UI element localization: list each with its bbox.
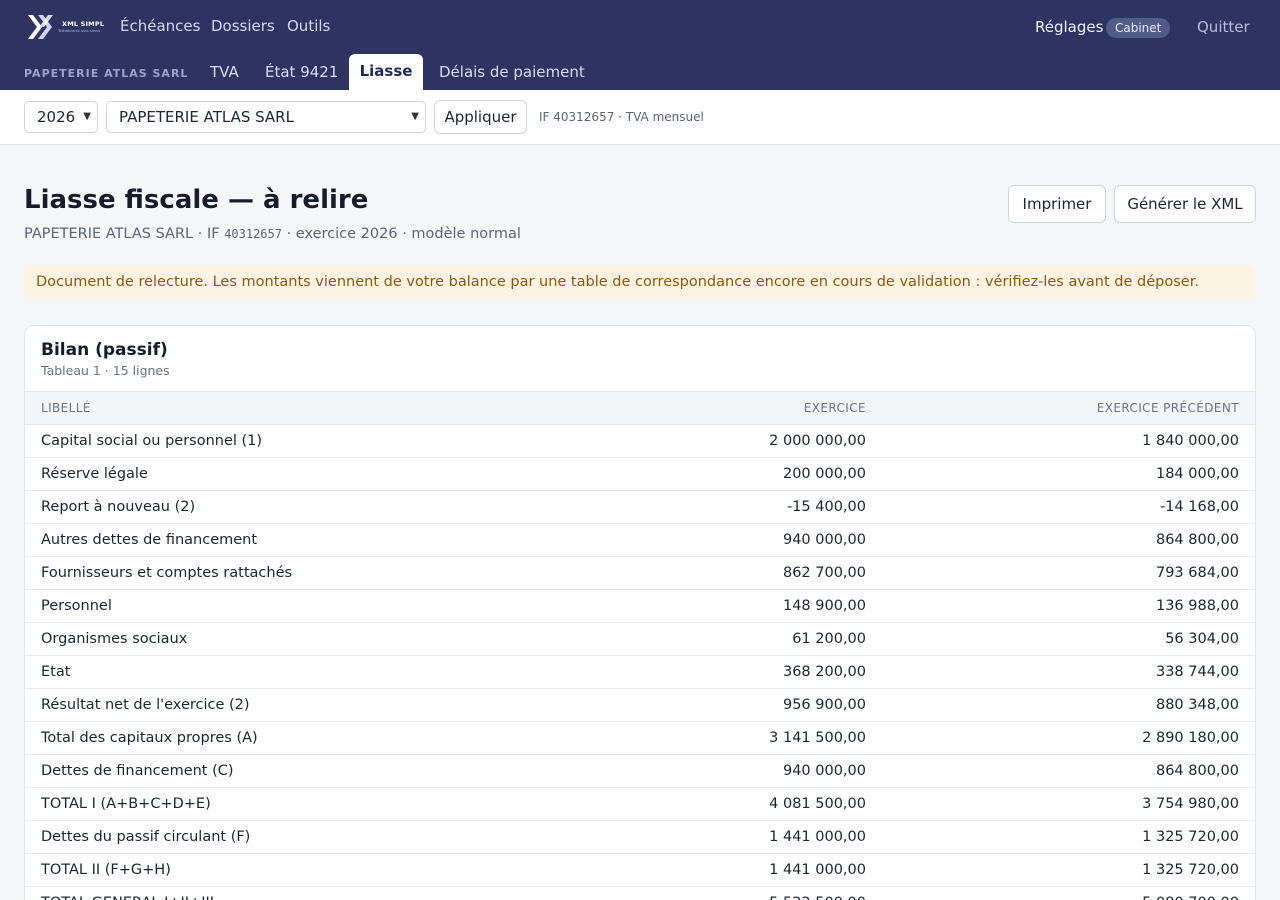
row-libelle: Réserve légale [25,457,525,491]
tab-etat-9421[interactable]: État 9421 [265,63,338,81]
row-exercice: 862 700,00 [525,556,866,590]
row-exercice-precedent: 1 840 000,00 [866,424,1255,458]
row-libelle: Organismes sociaux [25,622,525,656]
table-row: Dettes du passif circulant (F) 1 441 000,… [25,820,1255,854]
top-navigation-bar: XML SIMPL Télédéclarez sans stress Échéa… [0,0,1280,90]
chevron-down-icon: ▼ [83,111,91,122]
row-exercice-precedent: 793 684,00 [866,556,1255,590]
row-libelle: Capital social ou personnel (1) [25,424,525,458]
logo-wordmark: XML SIMPL [62,20,105,28]
role-badge: Cabinet [1106,18,1171,38]
col-header-libelle: LIBELLÉ [25,391,525,425]
row-libelle: Dettes du passif circulant (F) [25,820,525,854]
bilan-passif-card: Bilan (passif) Tableau 1 · 15 lignes LIB… [24,325,1256,900]
row-exercice-precedent: 136 988,00 [866,589,1255,623]
table-row: Résultat net de l'exercice (2) 956 900,00… [25,688,1255,722]
quit-link[interactable]: Quitter [1197,18,1250,36]
row-exercice: 368 200,00 [525,655,866,689]
table-row: TOTAL II (F+G+H) 1 441 000,00 1 325 720,00 [25,853,1255,887]
chevron-down-icon: ▼ [411,111,419,122]
row-exercice: 61 200,00 [525,622,866,656]
row-exercice: -15 400,00 [525,490,866,524]
table-row: Dettes de financement (C) 940 000,00 864 8… [25,754,1255,788]
table-row: Report à nouveau (2) -15 400,00 -14 168,00 [25,490,1255,524]
row-libelle: Etat [25,655,525,689]
tab-liasse[interactable]: Liasse [349,54,423,90]
table-row: Réserve légale 200 000,00 184 000,00 [25,457,1255,491]
page-subtitle-prefix: PAPETERIE ATLAS SARL · IF [24,226,225,242]
table-row: Personnel 148 900,00 136 988,00 [25,589,1255,623]
row-exercice-precedent: 864 800,00 [866,754,1255,788]
tab-tva[interactable]: TVA [210,63,239,81]
filter-bar: 2026 ▼ PAPETERIE ATLAS SARL ▼ Appliquer … [0,90,1280,145]
row-exercice: 940 000,00 [525,523,866,557]
company-select-value: PAPETERIE ATLAS SARL [119,108,294,126]
col-header-exercice-precedent: EXERCICE PRÉCÉDENT [866,391,1255,425]
table-row: Capital social ou personnel (1) 2 000 000… [25,424,1255,458]
review-warning-alert: Document de relecture. Les montants vien… [24,265,1255,299]
row-libelle: Report à nouveau (2) [25,490,525,524]
row-exercice: 148 900,00 [525,589,866,623]
table-row: TOTAL GENERAL I+II+III5 522 500,005 080 … [25,886,1255,900]
table-row: Total des capitaux propres (A) 3 141 500,… [25,721,1255,755]
nav-reglages[interactable]: Réglages [1035,18,1103,36]
row-exercice-precedent: 3 754 980,00 [866,787,1255,821]
company-select[interactable]: PAPETERIE ATLAS SARL ▼ [106,101,426,133]
row-libelle: TOTAL GENERAL I+II+III [25,886,525,900]
row-exercice-precedent: 338 744,00 [866,655,1255,689]
page-subtitle-if: 40312657 [224,227,282,241]
logo-tagline: Télédéclarez sans stress [58,29,101,33]
apply-button[interactable]: Appliquer [434,100,527,134]
row-exercice: 5 522 500,00 [525,886,866,900]
row-libelle: Résultat net de l'exercice (2) [25,688,525,722]
row-libelle: Autres dettes de financement [25,523,525,557]
row-exercice-precedent: 1 325 720,00 [866,820,1255,854]
row-exercice-precedent: 5 080 700,00 [866,886,1255,900]
row-exercice-precedent: 2 890 180,00 [866,721,1255,755]
row-exercice-precedent: 56 304,00 [866,622,1255,656]
card-subtitle: Tableau 1 · 15 lignes [41,363,170,378]
row-exercice-precedent: 1 325 720,00 [866,853,1255,887]
table-row: Autres dettes de financement 940 000,00 86… [25,523,1255,557]
year-select[interactable]: 2026 ▼ [24,101,98,133]
row-libelle: Total des capitaux propres (A) [25,721,525,755]
tab-delais-paiement[interactable]: Délais de paiement [439,63,585,81]
row-exercice: 4 081 500,00 [525,787,866,821]
table-header-row: LIBELLÉ EXERCICE EXERCICE PRÉCÉDENT [25,391,1255,425]
row-exercice: 1 441 000,00 [525,820,866,854]
card-title: Bilan (passif) [41,340,168,360]
page-subtitle-suffix: · exercice 2026 · modèle normal [281,226,521,242]
nav-echeances[interactable]: Échéances [120,17,200,35]
page-title: Liasse fiscale — à relire [24,185,369,215]
row-exercice: 200 000,00 [525,457,866,491]
row-exercice-precedent: 864 800,00 [866,523,1255,557]
row-libelle: Dettes de financement (C) [25,754,525,788]
row-libelle: Personnel [25,589,525,623]
row-exercice: 1 441 000,00 [525,853,866,887]
table-row: Organismes sociaux 61 200,00 56 304,00 [25,622,1255,656]
filter-info: IF 40312657 · TVA mensuel [539,110,704,124]
row-exercice-precedent: 880 348,00 [866,688,1255,722]
row-exercice-precedent: 184 000,00 [866,457,1255,491]
row-libelle: Fournisseurs et comptes rattachés [25,556,525,590]
table-row: Fournisseurs et comptes rattachés 862 700… [25,556,1255,590]
row-libelle: TOTAL II (F+G+H) [25,853,525,887]
row-libelle: TOTAL I (A+B+C+D+E) [25,787,525,821]
row-exercice: 3 141 500,00 [525,721,866,755]
table-row: TOTAL I (A+B+C+D+E) 4 081 500,00 3 754 980… [25,787,1255,821]
col-header-exercice: EXERCICE [525,391,866,425]
row-exercice-precedent: -14 168,00 [866,490,1255,524]
year-select-value: 2026 [37,108,76,126]
print-button[interactable]: Imprimer [1008,185,1106,223]
page-subtitle: PAPETERIE ATLAS SARL · IF 40312657 · exe… [24,226,521,242]
row-exercice: 940 000,00 [525,754,866,788]
current-company-label: PAPETERIE ATLAS SARL [24,67,189,80]
row-exercice: 956 900,00 [525,688,866,722]
nav-outils[interactable]: Outils [287,17,330,35]
nav-dossiers[interactable]: Dossiers [211,17,275,35]
bilan-passif-table: LIBELLÉ EXERCICE EXERCICE PRÉCÉDENT Capi… [25,391,1255,900]
table-row: Etat 368 200,00 338 744,00 [25,655,1255,689]
row-exercice: 2 000 000,00 [525,424,866,458]
generate-xml-button[interactable]: Générer le XML [1114,185,1256,223]
